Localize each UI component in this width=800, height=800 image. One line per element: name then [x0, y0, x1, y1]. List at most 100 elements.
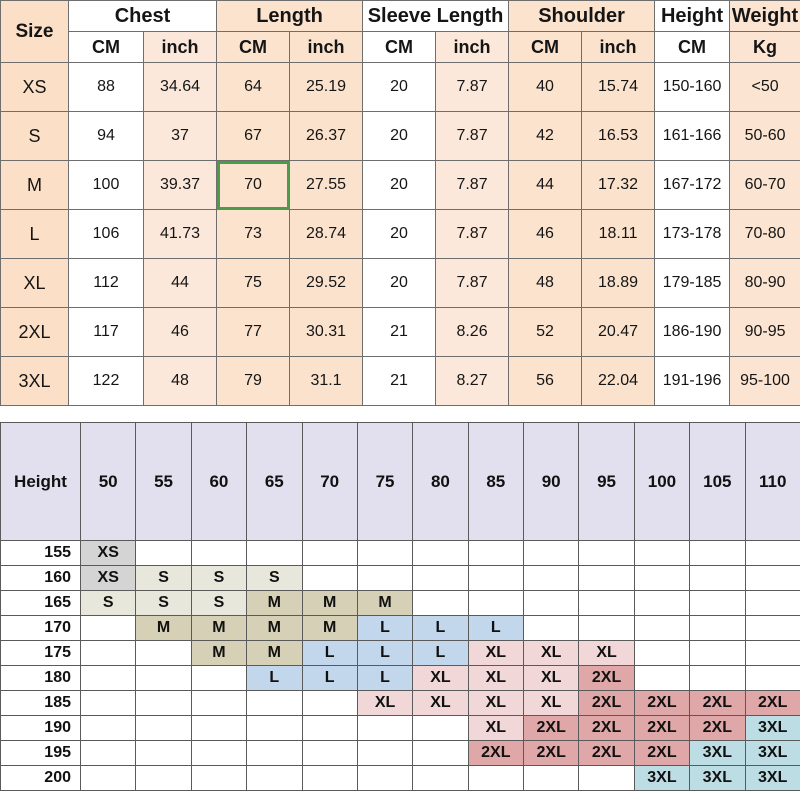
- cell-chest-cm[interactable]: 94: [68, 111, 144, 161]
- matrix-cell-empty[interactable]: [301, 765, 358, 791]
- matrix-cell-empty[interactable]: [301, 540, 358, 566]
- matrix-cell-empty[interactable]: [522, 590, 580, 616]
- matrix-cell-empty[interactable]: [412, 715, 469, 741]
- cell-height-cm[interactable]: 161-166: [654, 111, 731, 161]
- matrix-cell-empty[interactable]: [467, 765, 525, 791]
- cell-length-inch[interactable]: 28.74: [289, 209, 364, 259]
- matrix-cell-empty[interactable]: [135, 540, 192, 566]
- cell-chest-cm[interactable]: 100: [68, 160, 144, 210]
- cell-chest-cm[interactable]: 106: [68, 209, 144, 259]
- matrix-cell-empty[interactable]: [412, 565, 469, 591]
- cell-weight-kg[interactable]: 90-95: [729, 307, 800, 357]
- matrix-cell-size[interactable]: S: [135, 565, 192, 591]
- matrix-cell-size[interactable]: 2XL: [633, 690, 691, 716]
- matrix-cell-size[interactable]: XL: [522, 690, 580, 716]
- cell-sleeve-cm[interactable]: 20: [362, 258, 437, 308]
- matrix-cell-empty[interactable]: [190, 715, 248, 741]
- cell-height-cm[interactable]: 173-178: [654, 209, 731, 259]
- cell-chest-inch[interactable]: 39.37: [142, 160, 218, 210]
- cell-length-cm[interactable]: 70: [216, 160, 291, 210]
- matrix-cell-size[interactable]: 2XL: [633, 715, 691, 741]
- matrix-cell-size[interactable]: XL: [467, 640, 525, 666]
- matrix-cell-empty[interactable]: [578, 565, 635, 591]
- cell-chest-inch[interactable]: 41.73: [142, 209, 218, 259]
- matrix-cell-empty[interactable]: [246, 740, 303, 766]
- cell-length-cm[interactable]: 67: [216, 111, 291, 161]
- cell-length-cm[interactable]: 75: [216, 258, 291, 308]
- cell-height-cm[interactable]: 186-190: [654, 307, 731, 357]
- cell-length-cm[interactable]: 73: [216, 209, 291, 259]
- matrix-cell-empty[interactable]: [467, 590, 525, 616]
- cell-chest-cm[interactable]: 88: [68, 62, 144, 112]
- cell-sleeve-cm[interactable]: 21: [362, 307, 437, 357]
- matrix-cell-empty[interactable]: [744, 615, 800, 641]
- matrix-cell-size[interactable]: 2XL: [578, 715, 635, 741]
- matrix-cell-empty[interactable]: [412, 540, 469, 566]
- matrix-cell-empty[interactable]: [522, 765, 580, 791]
- matrix-cell-size[interactable]: M: [190, 640, 248, 666]
- cell-length-inch[interactable]: 27.55: [289, 160, 364, 210]
- cell-length-cm[interactable]: 79: [216, 356, 291, 406]
- cell-weight-kg[interactable]: 50-60: [729, 111, 800, 161]
- matrix-cell-empty[interactable]: [356, 540, 414, 566]
- matrix-cell-size[interactable]: XL: [522, 665, 580, 691]
- matrix-cell-size[interactable]: S: [190, 590, 248, 616]
- matrix-cell-empty[interactable]: [578, 615, 635, 641]
- cell-weight-kg[interactable]: 70-80: [729, 209, 800, 259]
- matrix-cell-empty[interactable]: [633, 540, 691, 566]
- cell-sleeve-inch[interactable]: 7.87: [435, 160, 510, 210]
- matrix-cell-empty[interactable]: [246, 690, 303, 716]
- cell-shoulder-cm[interactable]: 44: [508, 160, 583, 210]
- matrix-cell-empty[interactable]: [79, 715, 137, 741]
- cell-sleeve-inch[interactable]: 7.87: [435, 111, 510, 161]
- matrix-cell-empty[interactable]: [467, 565, 525, 591]
- matrix-cell-empty[interactable]: [578, 540, 635, 566]
- cell-shoulder-inch[interactable]: 17.32: [581, 160, 656, 210]
- matrix-cell-empty[interactable]: [412, 765, 469, 791]
- cell-sleeve-cm[interactable]: 20: [362, 160, 437, 210]
- cell-weight-kg[interactable]: 60-70: [729, 160, 800, 210]
- matrix-cell-empty[interactable]: [246, 765, 303, 791]
- matrix-cell-size[interactable]: M: [246, 590, 303, 616]
- matrix-cell-empty[interactable]: [689, 540, 746, 566]
- matrix-cell-size[interactable]: L: [356, 640, 414, 666]
- cell-shoulder-cm[interactable]: 56: [508, 356, 583, 406]
- matrix-cell-size[interactable]: 2XL: [467, 740, 525, 766]
- matrix-cell-size[interactable]: M: [356, 590, 414, 616]
- matrix-cell-size[interactable]: 3XL: [633, 765, 691, 791]
- matrix-cell-size[interactable]: M: [135, 615, 192, 641]
- matrix-cell-empty[interactable]: [467, 540, 525, 566]
- cell-chest-inch[interactable]: 46: [142, 307, 218, 357]
- matrix-cell-size[interactable]: XL: [467, 690, 525, 716]
- matrix-cell-size[interactable]: S: [135, 590, 192, 616]
- matrix-cell-size[interactable]: 2XL: [689, 715, 746, 741]
- matrix-cell-size[interactable]: M: [301, 590, 358, 616]
- matrix-cell-empty[interactable]: [79, 765, 137, 791]
- matrix-cell-empty[interactable]: [578, 590, 635, 616]
- matrix-cell-empty[interactable]: [633, 665, 691, 691]
- matrix-cell-empty[interactable]: [190, 765, 248, 791]
- matrix-cell-empty[interactable]: [744, 640, 800, 666]
- cell-height-cm[interactable]: 150-160: [654, 62, 731, 112]
- cell-sleeve-inch[interactable]: 8.26: [435, 307, 510, 357]
- matrix-cell-empty[interactable]: [412, 590, 469, 616]
- matrix-cell-size[interactable]: M: [190, 615, 248, 641]
- matrix-cell-empty[interactable]: [578, 765, 635, 791]
- cell-shoulder-cm[interactable]: 40: [508, 62, 583, 112]
- cell-length-cm[interactable]: 64: [216, 62, 291, 112]
- cell-shoulder-cm[interactable]: 48: [508, 258, 583, 308]
- matrix-cell-empty[interactable]: [744, 590, 800, 616]
- matrix-cell-empty[interactable]: [356, 565, 414, 591]
- matrix-cell-size[interactable]: XL: [356, 690, 414, 716]
- cell-sleeve-inch[interactable]: 7.87: [435, 258, 510, 308]
- matrix-cell-empty[interactable]: [689, 615, 746, 641]
- matrix-cell-size[interactable]: L: [301, 665, 358, 691]
- cell-chest-inch[interactable]: 34.64: [142, 62, 218, 112]
- cell-chest-cm[interactable]: 122: [68, 356, 144, 406]
- matrix-cell-empty[interactable]: [522, 615, 580, 641]
- cell-shoulder-cm[interactable]: 42: [508, 111, 583, 161]
- matrix-cell-empty[interactable]: [301, 715, 358, 741]
- matrix-cell-empty[interactable]: [79, 640, 137, 666]
- matrix-cell-empty[interactable]: [633, 590, 691, 616]
- cell-sleeve-inch[interactable]: 7.87: [435, 62, 510, 112]
